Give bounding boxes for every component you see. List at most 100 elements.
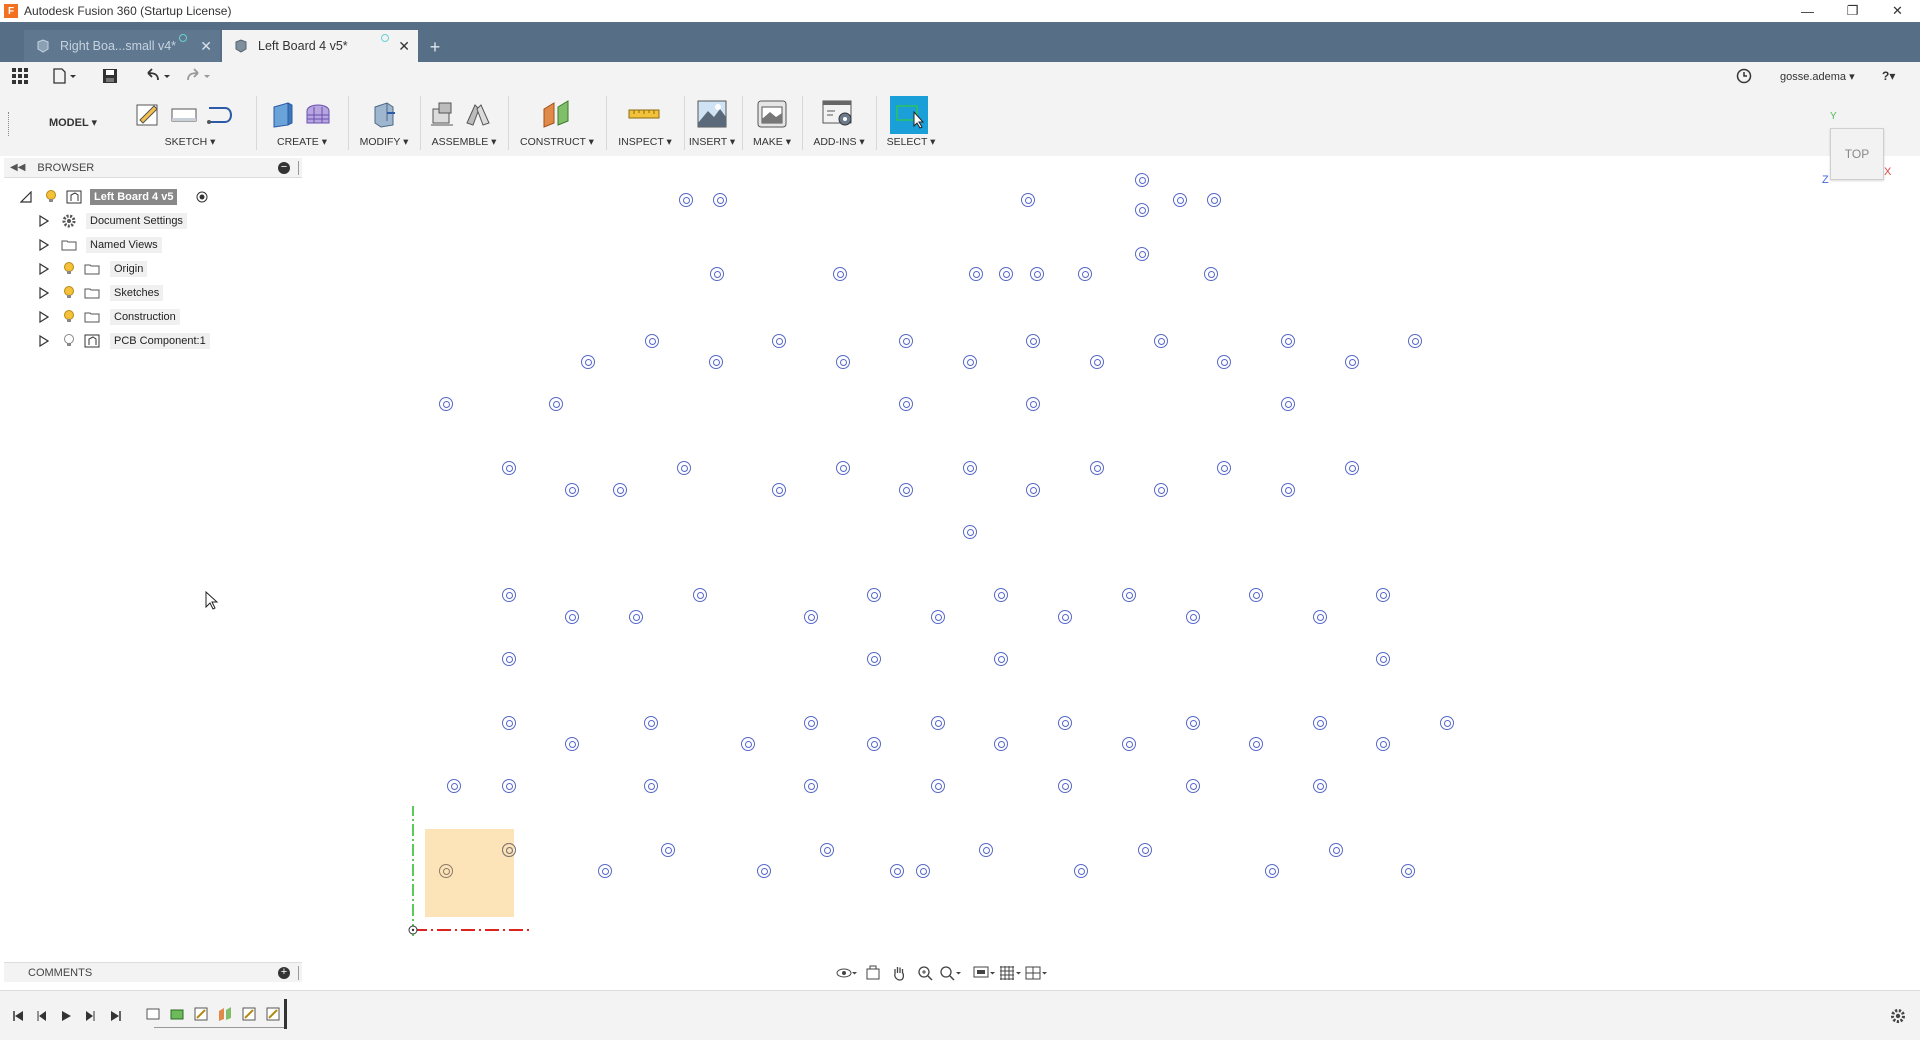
drill-hole-marker[interactable] bbox=[1281, 397, 1295, 411]
drill-hole-marker[interactable] bbox=[1401, 864, 1415, 878]
rectangle-tool-icon[interactable] bbox=[166, 96, 202, 132]
activate-radio-icon[interactable] bbox=[194, 189, 210, 205]
drill-hole-marker[interactable] bbox=[709, 355, 723, 369]
drill-hole-marker[interactable] bbox=[1030, 267, 1044, 281]
drill-hole-marker[interactable] bbox=[677, 461, 691, 475]
browser-minimize-icon[interactable]: − bbox=[278, 162, 290, 174]
viewports-icon[interactable] bbox=[1024, 962, 1050, 984]
drill-hole-marker[interactable] bbox=[804, 610, 818, 624]
drill-hole-marker[interactable] bbox=[999, 267, 1013, 281]
assemble-menu[interactable]: ASSEMBLE ▾ bbox=[424, 136, 504, 148]
collapse-triangle-icon[interactable] bbox=[20, 191, 32, 203]
help-menu-icon[interactable]: ?▾ bbox=[1882, 66, 1895, 86]
expand-triangle-icon[interactable] bbox=[38, 215, 50, 227]
drill-hole-marker[interactable] bbox=[1217, 355, 1231, 369]
drill-hole-marker[interactable] bbox=[931, 779, 945, 793]
expand-triangle-icon[interactable] bbox=[38, 239, 50, 251]
drill-hole-marker[interactable] bbox=[1074, 864, 1088, 878]
collapse-panel-icon[interactable]: ◀◀ bbox=[10, 162, 25, 173]
drill-hole-marker[interactable] bbox=[1376, 652, 1390, 666]
drill-hole-marker[interactable] bbox=[1440, 716, 1454, 730]
tree-item-label[interactable]: Construction bbox=[110, 309, 180, 325]
play-icon[interactable] bbox=[56, 1007, 76, 1025]
drill-hole-marker[interactable] bbox=[713, 193, 727, 207]
undo-icon[interactable] bbox=[144, 66, 174, 86]
3d-print-icon[interactable] bbox=[754, 96, 790, 132]
drill-hole-marker[interactable] bbox=[1122, 588, 1136, 602]
new-tab-button[interactable]: + bbox=[422, 36, 448, 58]
zoom-icon[interactable] bbox=[912, 962, 938, 984]
timeline-marker[interactable] bbox=[284, 999, 287, 1029]
drill-hole-marker[interactable] bbox=[867, 588, 881, 602]
new-component-icon[interactable] bbox=[424, 96, 460, 132]
drill-hole-marker[interactable] bbox=[1186, 610, 1200, 624]
drill-hole-marker[interactable] bbox=[867, 652, 881, 666]
drill-hole-marker[interactable] bbox=[502, 843, 516, 857]
viewcube-face-top[interactable]: TOP bbox=[1830, 128, 1884, 180]
drill-hole-marker[interactable] bbox=[994, 652, 1008, 666]
minimize-button[interactable]: — bbox=[1785, 0, 1830, 22]
drill-hole-marker[interactable] bbox=[1138, 843, 1152, 857]
drill-hole-marker[interactable] bbox=[1078, 267, 1092, 281]
visibility-bulb-icon[interactable] bbox=[61, 309, 77, 325]
drill-hole-marker[interactable] bbox=[890, 864, 904, 878]
extrude-icon[interactable] bbox=[264, 96, 300, 132]
drill-hole-marker[interactable] bbox=[598, 864, 612, 878]
drill-hole-marker[interactable] bbox=[804, 779, 818, 793]
drill-hole-marker[interactable] bbox=[867, 737, 881, 751]
drill-hole-marker[interactable] bbox=[899, 483, 913, 497]
look-at-icon[interactable] bbox=[860, 962, 886, 984]
create-menu[interactable]: CREATE ▾ bbox=[262, 136, 342, 148]
drill-hole-marker[interactable] bbox=[1058, 716, 1072, 730]
drill-hole-marker[interactable] bbox=[1154, 483, 1168, 497]
drill-hole-marker[interactable] bbox=[1249, 737, 1263, 751]
drill-hole-marker[interactable] bbox=[1090, 461, 1104, 475]
tree-item-construction[interactable]: Construction bbox=[0, 307, 300, 327]
sketch-menu[interactable]: SKETCH ▾ bbox=[130, 136, 250, 148]
comments-pin-icon[interactable] bbox=[298, 966, 300, 980]
scripts-add-ins-icon[interactable] bbox=[820, 96, 856, 132]
modify-menu[interactable]: MODIFY ▾ bbox=[354, 136, 414, 148]
drill-hole-marker[interactable] bbox=[502, 652, 516, 666]
go-to-end-icon[interactable] bbox=[106, 1007, 126, 1025]
expand-triangle-icon[interactable] bbox=[38, 335, 50, 347]
line-tool-icon[interactable] bbox=[202, 96, 238, 132]
tree-item-label[interactable]: Document Settings bbox=[86, 213, 187, 229]
drill-hole-marker[interactable] bbox=[565, 737, 579, 751]
restore-button[interactable]: ❐ bbox=[1830, 0, 1875, 22]
add-comment-icon[interactable]: + bbox=[278, 967, 290, 979]
drill-hole-marker[interactable] bbox=[836, 355, 850, 369]
file-menu-icon[interactable] bbox=[52, 66, 78, 86]
drill-hole-marker[interactable] bbox=[439, 397, 453, 411]
drill-hole-marker[interactable] bbox=[899, 397, 913, 411]
drill-hole-marker[interactable] bbox=[931, 610, 945, 624]
drill-hole-marker[interactable] bbox=[1376, 588, 1390, 602]
drill-hole-marker[interactable] bbox=[1281, 483, 1295, 497]
drill-hole-marker[interactable] bbox=[994, 737, 1008, 751]
expand-triangle-icon[interactable] bbox=[38, 287, 50, 299]
tab-close-icon[interactable]: ✕ bbox=[398, 38, 410, 55]
drill-hole-marker[interactable] bbox=[1173, 193, 1187, 207]
drill-hole-marker[interactable] bbox=[1265, 864, 1279, 878]
drill-hole-marker[interactable] bbox=[963, 525, 977, 539]
visibility-bulb-icon[interactable] bbox=[61, 261, 77, 277]
tree-item-label[interactable]: PCB Component:1 bbox=[110, 333, 210, 349]
joint-icon[interactable] bbox=[460, 96, 496, 132]
pan-hand-icon[interactable] bbox=[886, 962, 912, 984]
drill-hole-marker[interactable] bbox=[804, 716, 818, 730]
create-sketch-icon[interactable] bbox=[130, 96, 166, 132]
drill-hole-marker[interactable] bbox=[565, 610, 579, 624]
drill-hole-marker[interactable] bbox=[1135, 173, 1149, 187]
toolbar-grip[interactable] bbox=[8, 112, 11, 136]
drill-hole-marker[interactable] bbox=[1186, 779, 1200, 793]
drill-hole-marker[interactable] bbox=[645, 334, 659, 348]
drill-hole-marker[interactable] bbox=[613, 483, 627, 497]
drill-hole-marker[interactable] bbox=[969, 267, 983, 281]
step-back-icon[interactable] bbox=[32, 1007, 52, 1025]
drill-hole-marker[interactable] bbox=[1204, 267, 1218, 281]
drill-hole-marker[interactable] bbox=[1313, 716, 1327, 730]
drill-hole-marker[interactable] bbox=[994, 588, 1008, 602]
tree-item-origin[interactable]: Origin bbox=[0, 259, 300, 279]
drill-hole-marker[interactable] bbox=[1408, 334, 1422, 348]
tree-root-label[interactable]: Left Board 4 v5 bbox=[90, 189, 178, 205]
